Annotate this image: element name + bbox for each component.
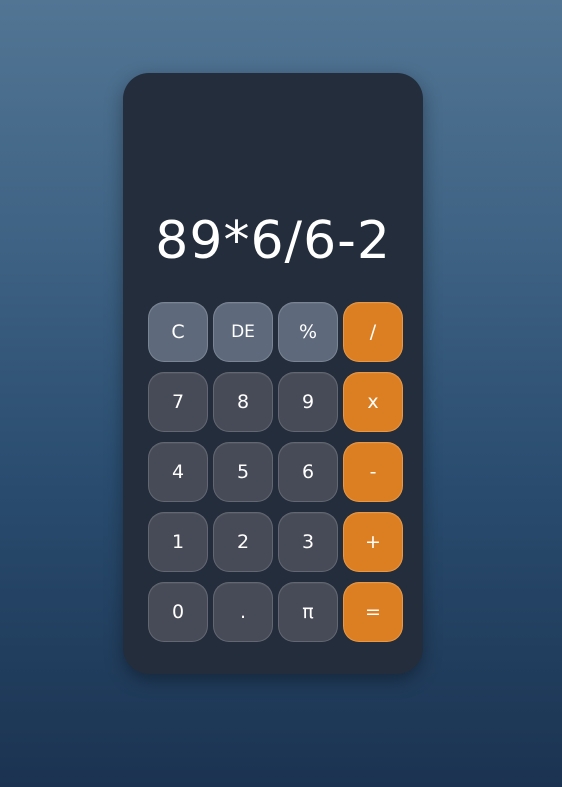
keypad: C DE % / 7 8 9 x 4 5 6 - 1 2 3 + 0 . π = bbox=[148, 302, 403, 642]
calculator: 89*6/6-2 C DE % / 7 8 9 x 4 5 6 - 1 2 3 … bbox=[123, 73, 423, 674]
add-button[interactable]: + bbox=[343, 512, 403, 572]
digit-5-button[interactable]: 5 bbox=[213, 442, 273, 502]
multiply-button[interactable]: x bbox=[343, 372, 403, 432]
digit-7-button[interactable]: 7 bbox=[148, 372, 208, 432]
divide-button[interactable]: / bbox=[343, 302, 403, 362]
digit-6-button[interactable]: 6 bbox=[278, 442, 338, 502]
decimal-point-button[interactable]: . bbox=[213, 582, 273, 642]
digit-9-button[interactable]: 9 bbox=[278, 372, 338, 432]
digit-3-button[interactable]: 3 bbox=[278, 512, 338, 572]
subtract-button[interactable]: - bbox=[343, 442, 403, 502]
percent-button[interactable]: % bbox=[278, 302, 338, 362]
equals-button[interactable]: = bbox=[343, 582, 403, 642]
clear-button[interactable]: C bbox=[148, 302, 208, 362]
expression-display: 89*6/6-2 bbox=[155, 211, 391, 271]
digit-1-button[interactable]: 1 bbox=[148, 512, 208, 572]
pi-button[interactable]: π bbox=[278, 582, 338, 642]
digit-8-button[interactable]: 8 bbox=[213, 372, 273, 432]
digit-4-button[interactable]: 4 bbox=[148, 442, 208, 502]
digit-0-button[interactable]: 0 bbox=[148, 582, 208, 642]
digit-2-button[interactable]: 2 bbox=[213, 512, 273, 572]
delete-button[interactable]: DE bbox=[213, 302, 273, 362]
